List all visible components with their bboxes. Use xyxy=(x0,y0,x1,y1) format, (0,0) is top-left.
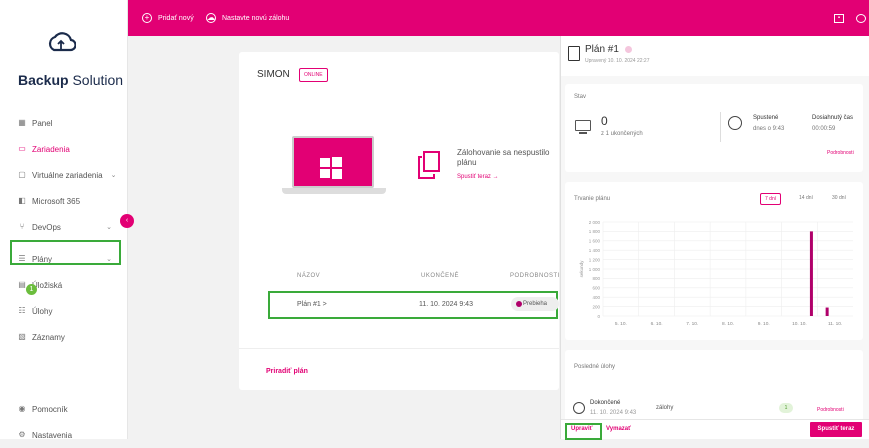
sidebar-nav: ▦ Panel ▭ Zariadenia ▢ Virtuálne zariadenia… xyxy=(0,110,128,350)
add-new-button[interactable]: + Pridať nový xyxy=(142,0,194,36)
sidebar-item-devops[interactable]: ⑂ DevOps ⌄ xyxy=(0,214,128,240)
y-tick-label: 1 200 xyxy=(589,257,601,262)
account-card-icon[interactable]: ▪ xyxy=(834,14,844,23)
brand-name: Backup Solution xyxy=(18,72,124,88)
plan-name-link[interactable]: Plán #1 > xyxy=(297,301,327,308)
clock-icon xyxy=(573,402,585,414)
highlight-plany xyxy=(10,240,121,265)
x-tick-label: 8. 10. xyxy=(722,321,734,327)
bar xyxy=(809,231,813,316)
cloud-backup-logo-icon xyxy=(48,32,76,52)
sidebar-item-ulohy[interactable]: ☷ Úlohy xyxy=(0,298,128,324)
y-tick-label: 200 xyxy=(592,304,600,309)
sidebar-item-microsoft-365[interactable]: ◧ Microsoft 365 xyxy=(0,188,128,214)
task-details-link[interactable]: Podrobnosti xyxy=(817,407,844,413)
task-status: Dokončené xyxy=(590,400,621,406)
y-tick-label: 600 xyxy=(592,286,600,291)
device-card: SIMON ONLINE Zálohovanie sa nespustilo p… xyxy=(239,52,559,390)
column-header-details: PODROBNOSTI xyxy=(510,273,560,279)
x-tick-label: 9. 10. xyxy=(758,321,770,327)
y-tick-label: 2 000 xyxy=(589,220,601,225)
y-tick-label: 1 400 xyxy=(589,248,601,253)
chevron-left-icon: ‹ xyxy=(125,217,129,224)
task-count-badge: 1 xyxy=(779,403,793,413)
y-axis-label: sekundy xyxy=(579,260,584,278)
sidebar-item-nastavenia[interactable]: ⚙ Nastavenia xyxy=(0,422,128,448)
status-badge: Prebieha xyxy=(511,297,559,311)
y-tick-label: 1 000 xyxy=(589,267,601,272)
collapse-sidebar-button[interactable]: ‹ xyxy=(120,214,134,228)
sidebar-item-pomocnik[interactable]: ◉ Pomocník xyxy=(0,396,128,422)
devices-icon: ▭ xyxy=(18,144,26,153)
top-bar: + Pridať nový ☁ Nastavte novú zálohu ▪ xyxy=(128,0,869,36)
task-type: zálohy xyxy=(656,405,674,411)
plan-finished-time: 11. 10. 2024 9:43 xyxy=(419,301,473,308)
user-icon[interactable] xyxy=(856,14,866,23)
microsoft-icon: ◧ xyxy=(18,196,26,205)
x-tick-label: 10. 10. xyxy=(792,321,807,327)
sidebar: Backup Solution ▦ Panel ▭ Zariadenia ▢ Virt… xyxy=(0,0,128,440)
tasks-title: Posledné úlohy xyxy=(574,364,616,370)
run-now-link[interactable]: Spustiť teraz → xyxy=(457,174,499,180)
windows-logo-icon xyxy=(320,157,342,179)
delete-button[interactable]: Vymazať xyxy=(606,426,631,432)
sidebar-item-virtualne-zariadenia[interactable]: ▢ Virtuálne zariadenia ⌄ xyxy=(0,162,128,188)
y-tick-label: 0 xyxy=(597,314,600,319)
y-tick-label: 1 600 xyxy=(589,239,601,244)
duration-chart: 2 000 1 800 1 600 1 400 1 200 1 000 800 600 400 2… xyxy=(579,220,853,327)
x-tick-label: 5. 10. xyxy=(615,321,627,327)
tasks-icon: ☷ xyxy=(18,306,26,315)
x-tick-label: 11. 10. xyxy=(828,321,842,327)
sidebar-item-panel[interactable]: ▦ Panel xyxy=(0,110,128,136)
backup-message: Zálohovanie sa nespustilo plánu xyxy=(457,148,550,167)
sidebar-item-zaznamy[interactable]: ▧ Záznamy xyxy=(0,324,128,350)
plan-detail-panel: Plán #1 Upravený 10. 10. 2024 22:27 Stav… xyxy=(560,36,869,440)
y-tick-label: 800 xyxy=(592,276,600,281)
device-name: SIMON xyxy=(257,69,290,80)
x-tick-label: 6. 10. xyxy=(651,321,663,327)
tasks-count-badge: 1 xyxy=(26,284,37,295)
copy-warning-icon xyxy=(418,151,440,179)
settings-icon: ⚙ xyxy=(18,430,26,439)
grid-icon: ▦ xyxy=(18,118,26,127)
column-header-finished: UKONČENÉ xyxy=(421,273,460,279)
bar xyxy=(825,307,829,316)
sidebar-bottom-nav: ◉ Pomocník ⚙ Nastavenia xyxy=(0,396,128,448)
branch-icon: ⑂ xyxy=(19,222,25,231)
online-status-badge: ONLINE xyxy=(299,68,328,82)
y-tick-label: 400 xyxy=(592,295,600,300)
plus-circle-icon: + xyxy=(142,13,152,23)
log-icon: ▧ xyxy=(18,332,26,341)
column-header-name: NÁZOV xyxy=(297,273,321,279)
task-date: 11. 10. 2024 9:43 xyxy=(590,410,637,416)
x-tick-label: 7. 10. xyxy=(686,321,698,327)
edit-button[interactable]: Upraviť xyxy=(571,426,593,432)
sidebar-item-uloziska[interactable]: ▤ Úložiská xyxy=(0,272,128,298)
monitor-icon: ▢ xyxy=(18,170,26,179)
laptop-base xyxy=(282,188,386,194)
chevron-down-icon: ⌄ xyxy=(110,172,117,179)
chevron-down-icon: ⌄ xyxy=(106,224,112,231)
sidebar-item-zariadenia[interactable]: ▭ Zariadenia xyxy=(0,136,128,162)
storage-icon: ▤ xyxy=(18,280,26,289)
help-icon: ◉ xyxy=(18,404,26,413)
backup-setup-icon: ☁ xyxy=(206,13,216,23)
setup-backup-button[interactable]: ☁ Nastavte novú zálohu xyxy=(206,0,289,36)
y-tick-label: 1 800 xyxy=(589,229,601,234)
assign-plan-button[interactable]: Priradiť plán xyxy=(266,368,308,375)
divider xyxy=(239,348,559,349)
run-now-button[interactable]: Spustiť teraz xyxy=(810,422,862,437)
